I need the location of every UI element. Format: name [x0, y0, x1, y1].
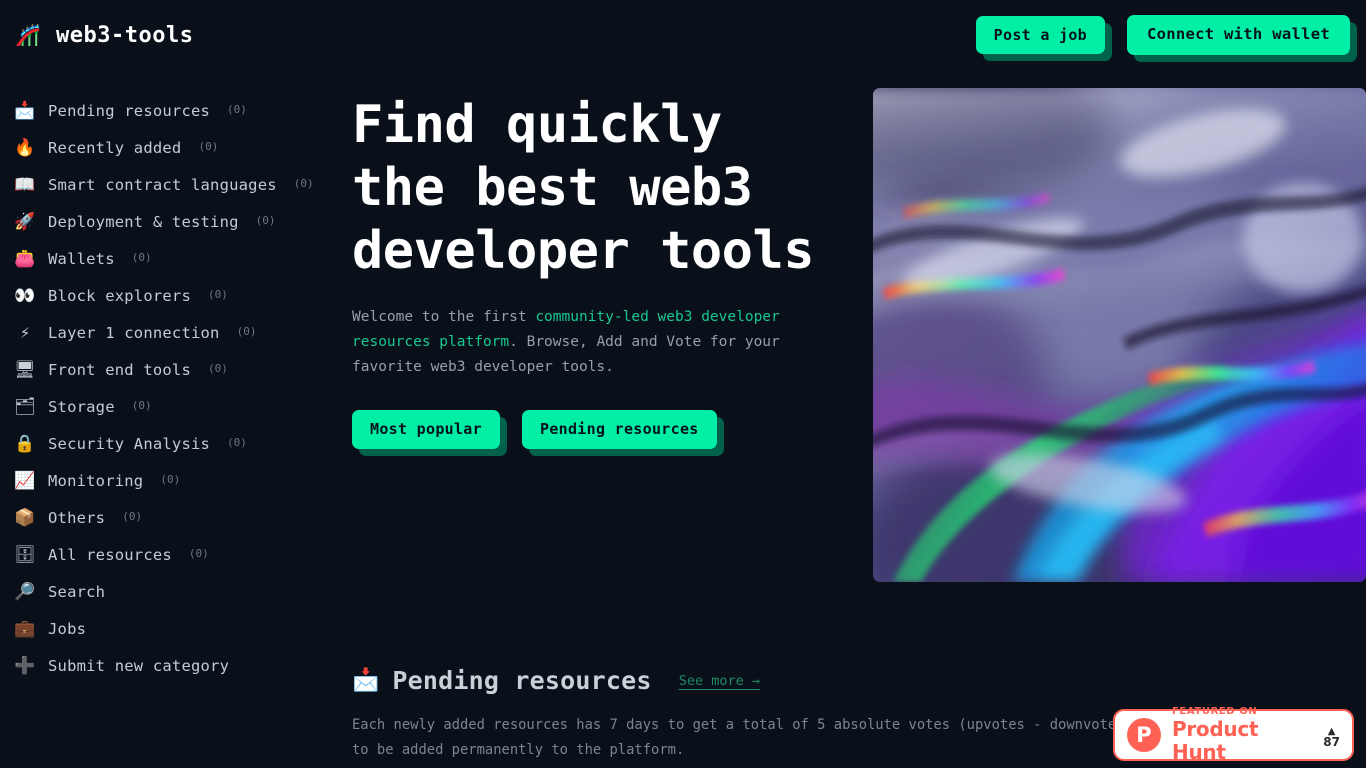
pending-resources-button[interactable]: Pending resources [521, 410, 717, 449]
sidebar-item-count: (0) [255, 214, 276, 227]
package-icon: 📦 [14, 507, 36, 528]
hero-section: Find quickly the best web3 developer too… [352, 88, 1366, 582]
sidebar-item-count: (0) [160, 473, 181, 486]
lock-icon: 🔒 [14, 433, 36, 454]
page-title: Find quickly the best web3 developer too… [352, 95, 815, 281]
chart-increasing-icon: 📈 [14, 470, 36, 491]
sidebar-item-security-analysis[interactable]: 🔒 Security Analysis (0) [14, 425, 340, 462]
sidebar-item-smart-contract-languages[interactable]: 📖 Smart contract languages (0) [14, 166, 340, 203]
sidebar-item-front-end-tools[interactable]: 🖥 Front end tools (0) [14, 351, 340, 388]
sidebar-item-label: Front end tools [48, 360, 191, 379]
sidebar-item-label: Pending resources [48, 101, 211, 120]
sidebar-item-count: (0) [188, 547, 209, 560]
purse-icon: 👛 [14, 248, 36, 269]
product-hunt-badge[interactable]: P FEATURED ON Product Hunt ▲ 87 [1113, 706, 1354, 764]
roller-coaster-icon: 🎢 [14, 24, 42, 46]
hero-subtitle-before: Welcome to the first [352, 309, 536, 325]
inbox-tray-icon: 📩 [352, 667, 380, 693]
product-hunt-votes: ▲ 87 [1323, 727, 1340, 749]
sidebar-item-label: Block explorers [48, 286, 191, 305]
rocket-icon: 🚀 [14, 211, 36, 232]
product-hunt-logo-icon: P [1127, 718, 1161, 752]
product-hunt-text: FEATURED ON Product Hunt ▲ 87 [1172, 706, 1340, 764]
sidebar-item-recently-added[interactable]: 🔥 Recently added (0) [14, 129, 340, 166]
sidebar-item-count: (0) [236, 325, 257, 338]
sidebar-item-count: (0) [207, 362, 228, 375]
sidebar-item-all-resources[interactable]: 🗄 All resources (0) [14, 536, 340, 573]
sidebar-item-count: (0) [131, 251, 152, 264]
sidebar-item-jobs[interactable]: 💼 Jobs [14, 610, 340, 647]
sidebar-item-label: Wallets [48, 249, 115, 268]
sidebar-item-layer-1-connection[interactable]: ⚡ Layer 1 connection (0) [14, 314, 340, 351]
inbox-tray-icon: 📩 [14, 100, 36, 121]
sidebar-item-count: (0) [207, 288, 228, 301]
product-hunt-vote-count: 87 [1323, 735, 1340, 749]
magnifying-glass-icon: 🔎 [14, 581, 36, 602]
sidebar-item-label: Search [48, 582, 106, 601]
sidebar-item-pending-resources[interactable]: 📩 Pending resources (0) [14, 92, 340, 129]
iridescent-abstract-graphic [873, 88, 1366, 582]
sidebar-item-count: (0) [227, 103, 247, 116]
sidebar-navigation: 📩 Pending resources (0) 🔥 Recently added… [0, 92, 340, 684]
brand-logo-link[interactable]: 🎢 web3-tools [14, 23, 193, 48]
section-header: 📩 Pending resources See more → [352, 666, 1366, 695]
product-hunt-name: Product Hunt [1172, 717, 1259, 764]
most-popular-button[interactable]: Most popular [352, 410, 500, 449]
open-book-icon: 📖 [14, 174, 36, 195]
sidebar-item-label: Layer 1 connection [48, 323, 220, 342]
sidebar-item-label: Storage [48, 397, 115, 416]
desktop-computer-icon: 🖥 [14, 359, 36, 380]
sidebar-item-label: Smart contract languages [48, 175, 277, 194]
sidebar-item-count: (0) [198, 140, 219, 153]
sidebar-item-count: (0) [122, 510, 143, 523]
card-file-box-icon: 🗂 [14, 396, 36, 417]
app-title: web3-tools [56, 22, 194, 48]
plus-icon: ➕ [14, 655, 36, 676]
sidebar-item-others[interactable]: 📦 Others (0) [14, 499, 340, 536]
sidebar-item-wallets[interactable]: 👛 Wallets (0) [14, 240, 340, 277]
sidebar-item-storage[interactable]: 🗂 Storage (0) [14, 388, 340, 425]
sidebar-item-label: Submit new category [48, 656, 230, 675]
app-header: 🎢 web3-tools Post a job Connect with wal… [0, 0, 1366, 70]
product-hunt-name-row: Product Hunt ▲ 87 [1172, 718, 1340, 764]
sidebar-item-count: (0) [293, 177, 314, 190]
hero-image [873, 88, 1366, 582]
section-title: Pending resources [392, 666, 652, 695]
sidebar-item-label: Recently added [48, 138, 182, 157]
file-cabinet-icon: 🗄 [14, 544, 36, 565]
sidebar-item-count: (0) [227, 436, 247, 449]
fire-icon: 🔥 [14, 137, 36, 158]
sidebar-item-search[interactable]: 🔎 Search [14, 573, 340, 610]
eyes-icon: 👀 [14, 285, 36, 306]
sidebar-item-label: All resources [48, 545, 172, 564]
sidebar-item-block-explorers[interactable]: 👀 Block explorers (0) [14, 277, 340, 314]
sidebar-item-deployment-testing[interactable]: 🚀 Deployment & testing (0) [14, 203, 340, 240]
sidebar-item-label: Others [48, 508, 106, 527]
hero-cta-group: Most popular Pending resources [352, 410, 847, 449]
sidebar-item-label: Deployment & testing [48, 212, 239, 231]
sidebar-item-count: (0) [131, 399, 152, 412]
post-a-job-button[interactable]: Post a job [975, 15, 1105, 55]
main-content: Find quickly the best web3 developer too… [352, 88, 1366, 763]
sidebar-item-monitoring[interactable]: 📈 Monitoring (0) [14, 462, 340, 499]
hero-subtitle: Welcome to the first community-led web3 … [352, 305, 802, 380]
see-more-link[interactable]: See more → [679, 673, 760, 689]
high-voltage-icon: ⚡ [19, 322, 31, 343]
sidebar-item-submit-new-category[interactable]: ➕ Submit new category [14, 647, 340, 684]
sidebar-item-label: Security Analysis [48, 434, 211, 453]
sidebar-item-label: Jobs [48, 619, 87, 638]
briefcase-icon: 💼 [14, 618, 36, 639]
header-actions: Post a job Connect with wallet [975, 15, 1352, 55]
sidebar-item-label: Monitoring [48, 471, 144, 490]
section-description: Each newly added resources has 7 days to… [352, 717, 1133, 758]
hero-text-column: Find quickly the best web3 developer too… [352, 88, 847, 449]
connect-with-wallet-button[interactable]: Connect with wallet [1126, 15, 1350, 55]
